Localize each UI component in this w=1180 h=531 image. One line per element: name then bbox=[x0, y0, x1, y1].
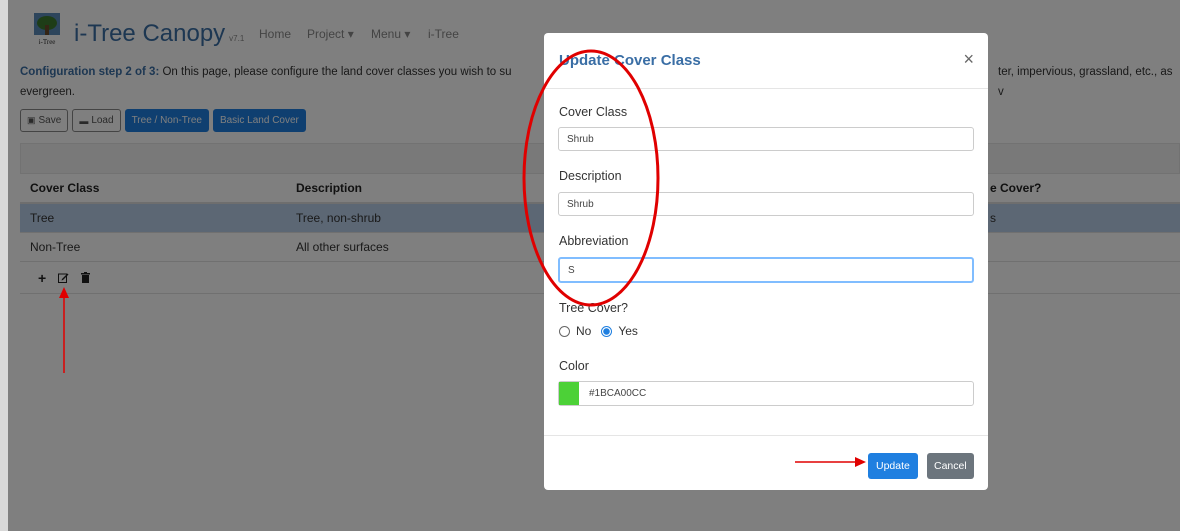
color-swatch[interactable] bbox=[559, 382, 579, 405]
color-value: #1BCA00CC bbox=[589, 388, 647, 399]
tree-cover-radio-group: No Yes bbox=[559, 324, 638, 338]
window-frame bbox=[0, 0, 8, 531]
color-input[interactable]: #1BCA00CC bbox=[558, 381, 974, 406]
cover-class-label: Cover Class bbox=[559, 105, 628, 119]
cancel-button[interactable]: Cancel bbox=[927, 453, 974, 479]
abbreviation-label: Abbreviation bbox=[559, 234, 629, 248]
update-cover-class-dialog: Update Cover Class × Cover Class Shrub D… bbox=[544, 33, 988, 490]
modal-title: Update Cover Class bbox=[559, 52, 701, 69]
yes-label: Yes bbox=[618, 324, 638, 338]
abbreviation-input[interactable]: S bbox=[558, 257, 974, 283]
no-label: No bbox=[576, 324, 592, 338]
modal-footer: Update Cancel bbox=[544, 435, 988, 490]
tree-cover-label: Tree Cover? bbox=[559, 301, 629, 315]
cover-class-input[interactable]: Shrub bbox=[558, 127, 974, 151]
update-button[interactable]: Update bbox=[868, 453, 918, 479]
tree-cover-no-radio[interactable] bbox=[559, 325, 570, 337]
description-label: Description bbox=[559, 169, 622, 183]
color-label: Color bbox=[559, 359, 589, 373]
close-icon[interactable]: × bbox=[963, 49, 974, 70]
tree-cover-yes-radio[interactable] bbox=[601, 325, 613, 337]
page: i-Tree i-Tree Canopyv7.1 Home Project ▾ … bbox=[8, 0, 1180, 531]
description-input[interactable]: Shrub bbox=[558, 192, 974, 216]
modal-header: Update Cover Class × bbox=[544, 33, 988, 89]
